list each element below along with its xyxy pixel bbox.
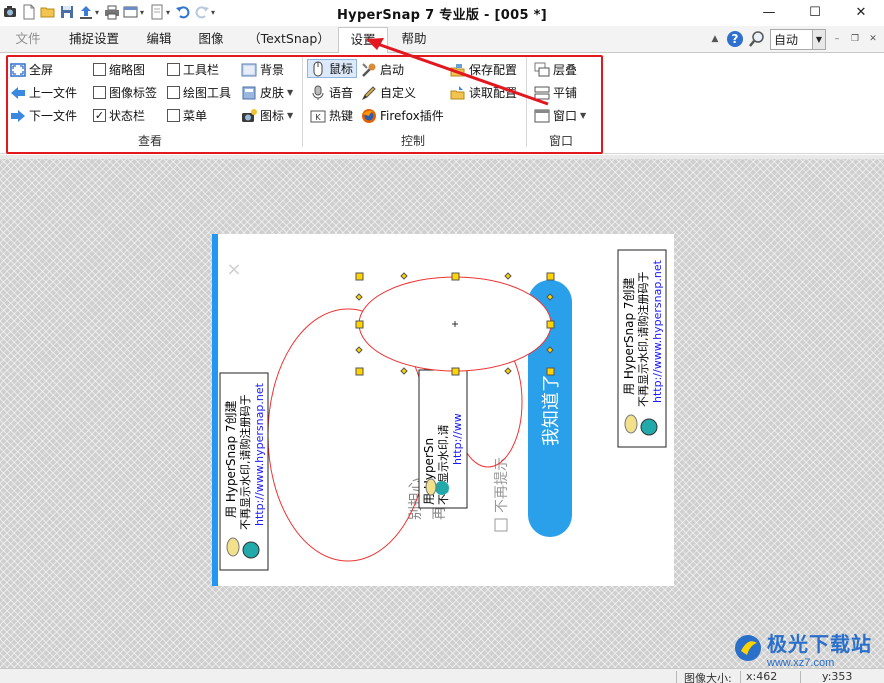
- dialog-close-icon: ×: [226, 259, 241, 280]
- got-it-button-label: 我知道了: [541, 374, 562, 446]
- cursor-x-readout: x:462: [746, 670, 778, 683]
- resize-handle[interactable]: [546, 367, 555, 376]
- site-logo-icon: [733, 633, 763, 663]
- resize-handle[interactable]: [355, 367, 364, 376]
- watermark-left-line2: 不再显示水印,请购注册码于: [238, 395, 252, 531]
- status-bar: 图像大小: x:462 y:353: [0, 668, 884, 683]
- watermark-right-line1: 用 HyperSnap 7创建: [622, 277, 636, 395]
- resize-handle[interactable]: [546, 320, 555, 329]
- cursor-y-readout: y:353: [822, 670, 853, 683]
- captured-image-canvas[interactable]: × 我知道了 别担心 再次 不再提示 用 HyperSn 不再显示水印,请 ht…: [0, 0, 884, 683]
- status-divider: [676, 671, 677, 683]
- status-divider: [740, 671, 741, 683]
- watermark-right: 用 HyperSnap 7创建 不再显示水印,请购注册码于 http://www…: [617, 249, 667, 448]
- watermark-right-url: http://www.hypersnap.net: [651, 259, 664, 403]
- resize-handle[interactable]: [355, 272, 364, 281]
- watermark-camera-icon: [435, 481, 449, 495]
- resize-handle[interactable]: [451, 272, 460, 281]
- watermark-camera-icon: [242, 541, 260, 559]
- watermark-left: 用 HyperSnap 7创建 不再显示水印,请购注册码于 http://www…: [219, 372, 269, 571]
- image-size-label: 图像大小:: [684, 672, 732, 683]
- resize-handle[interactable]: [451, 367, 460, 376]
- site-watermark: 极光下载站 www.xz7.com: [733, 628, 883, 669]
- status-divider: [800, 671, 801, 683]
- watermark-left-line1: 用 HyperSnap 7创建: [224, 400, 238, 518]
- watermark-camera-icon: [640, 418, 658, 436]
- watermark-right-line2: 不再显示水印,请购注册码于: [636, 272, 650, 408]
- watermark-middle: 用 HyperSn 不再显示水印,请 http://ww: [418, 369, 468, 509]
- resize-handle[interactable]: [546, 272, 555, 281]
- watermark-mid-url: http://ww: [451, 413, 464, 465]
- watermark-left-url: http://www.hypersnap.net: [253, 382, 266, 526]
- image-left-accent-bar: [212, 234, 218, 586]
- site-watermark-url: www.xz7.com: [767, 656, 835, 669]
- site-watermark-name: 极光下载站: [767, 631, 872, 656]
- resize-handle[interactable]: [355, 320, 364, 329]
